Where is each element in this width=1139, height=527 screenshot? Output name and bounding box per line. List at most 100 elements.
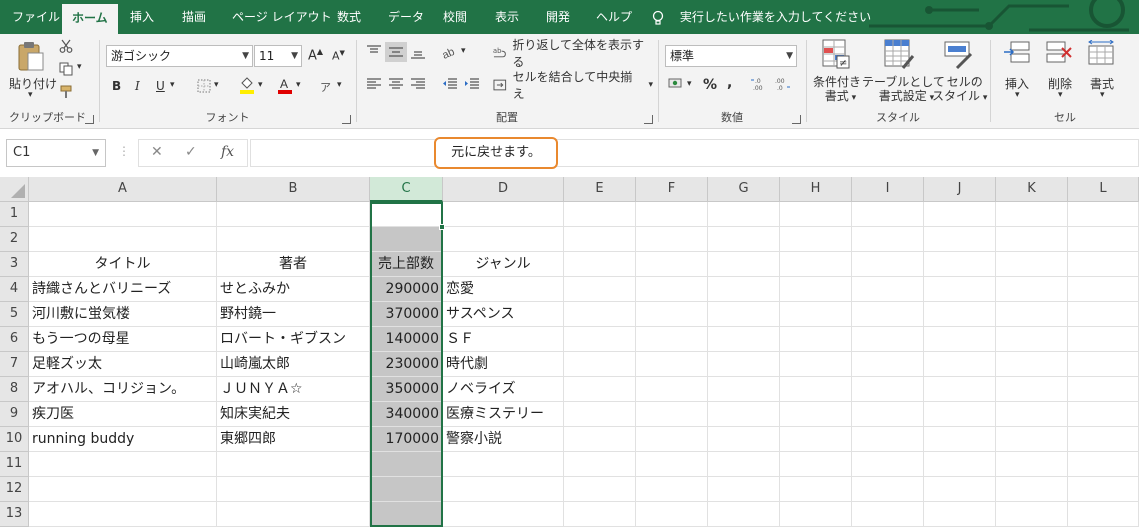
cell-f7[interactable] [636, 352, 708, 377]
format-dropdown-icon[interactable]: ▾ [1100, 90, 1105, 100]
enter-icon[interactable]: ✓ [185, 144, 197, 160]
cell-j2[interactable] [924, 227, 996, 252]
cell-c9[interactable]: 340000 [370, 402, 443, 427]
cell-g10[interactable] [708, 427, 780, 452]
cell-c3[interactable]: 売上部数 [370, 252, 443, 277]
column-header-j[interactable]: J [924, 177, 996, 202]
font-color-dropdown-icon[interactable]: ▾ [296, 80, 301, 90]
align-left-icon[interactable] [365, 76, 383, 92]
cell-e10[interactable] [564, 427, 636, 452]
cell-d13[interactable] [443, 502, 564, 527]
cell-b7[interactable]: 山崎嵐太郎 [217, 352, 370, 377]
cell-k9[interactable] [996, 402, 1068, 427]
decrease-indent-icon[interactable] [441, 76, 459, 92]
tab-formulas[interactable]: 数式 [337, 0, 361, 34]
cell-h11[interactable] [780, 452, 852, 477]
tab-file[interactable]: ファイル [12, 0, 60, 34]
cell-i8[interactable] [852, 377, 924, 402]
row-header-3[interactable]: 3 [0, 252, 29, 277]
cell-h9[interactable] [780, 402, 852, 427]
tab-developer[interactable]: 開発 [546, 0, 570, 34]
cell-f9[interactable] [636, 402, 708, 427]
cell-l6[interactable] [1068, 327, 1139, 352]
cell-a8[interactable]: アオハル、コリジョン。 [29, 377, 217, 402]
cell-g12[interactable] [708, 477, 780, 502]
orientation-icon[interactable]: ab [441, 44, 461, 60]
font-size-select[interactable]: 11 ▼ [254, 45, 302, 67]
cell-a11[interactable] [29, 452, 217, 477]
cell-i2[interactable] [852, 227, 924, 252]
underline-button[interactable]: U [156, 79, 165, 93]
cell-e6[interactable] [564, 327, 636, 352]
cell-b8[interactable]: ＪＵＮＹＡ☆ [217, 377, 370, 402]
copy-icon[interactable] [58, 61, 74, 77]
cell-e1[interactable] [564, 202, 636, 227]
cell-i10[interactable] [852, 427, 924, 452]
cell-g7[interactable] [708, 352, 780, 377]
tab-help[interactable]: ヘルプ [596, 0, 632, 34]
cell-h6[interactable] [780, 327, 852, 352]
cell-l1[interactable] [1068, 202, 1139, 227]
column-header-g[interactable]: G [708, 177, 780, 202]
row-header-9[interactable]: 9 [0, 402, 29, 427]
cell-f4[interactable] [636, 277, 708, 302]
cell-g13[interactable] [708, 502, 780, 527]
cell-e13[interactable] [564, 502, 636, 527]
cell-l5[interactable] [1068, 302, 1139, 327]
cell-c4[interactable]: 290000 [370, 277, 443, 302]
copy-dropdown-icon[interactable]: ▾ [77, 62, 82, 72]
cell-h7[interactable] [780, 352, 852, 377]
cell-j11[interactable] [924, 452, 996, 477]
clipboard-launcher-icon[interactable] [85, 115, 94, 124]
row-header-12[interactable]: 12 [0, 477, 29, 502]
cell-i13[interactable] [852, 502, 924, 527]
cell-f6[interactable] [636, 327, 708, 352]
cell-i1[interactable] [852, 202, 924, 227]
cell-k4[interactable] [996, 277, 1068, 302]
cell-f3[interactable] [636, 252, 708, 277]
font-launcher-icon[interactable] [342, 115, 351, 124]
cell-j5[interactable] [924, 302, 996, 327]
cell-c12[interactable] [370, 477, 443, 502]
cell-l8[interactable] [1068, 377, 1139, 402]
cell-j8[interactable] [924, 377, 996, 402]
cell-d9[interactable]: 医療ミステリー [443, 402, 564, 427]
decrease-decimal-icon[interactable]: .00.0 [773, 76, 791, 92]
cell-k10[interactable] [996, 427, 1068, 452]
cell-c1[interactable] [370, 202, 443, 227]
cell-h13[interactable] [780, 502, 852, 527]
orientation-dropdown-icon[interactable]: ▾ [461, 46, 466, 56]
cell-g5[interactable] [708, 302, 780, 327]
cell-j13[interactable] [924, 502, 996, 527]
paste-icon[interactable] [14, 40, 46, 75]
cell-g3[interactable] [708, 252, 780, 277]
cell-c10[interactable]: 170000 [370, 427, 443, 452]
cell-g8[interactable] [708, 377, 780, 402]
cell-j6[interactable] [924, 327, 996, 352]
cell-b2[interactable] [217, 227, 370, 252]
tab-data[interactable]: データ [388, 0, 424, 34]
conditional-formatting-icon[interactable]: ≠ [821, 38, 851, 73]
cell-i5[interactable] [852, 302, 924, 327]
cell-d12[interactable] [443, 477, 564, 502]
cell-f2[interactable] [636, 227, 708, 252]
phonetic-guide-icon[interactable]: ア [318, 78, 334, 94]
cell-b12[interactable] [217, 477, 370, 502]
cell-i3[interactable] [852, 252, 924, 277]
bold-button[interactable]: B [112, 79, 121, 93]
cell-j9[interactable] [924, 402, 996, 427]
worksheet-grid[interactable]: ABCDEFGHIJKL 1 2 3 4 5 6 7 8 9 10 11 12 13 タイトル 著者 売上部… [0, 177, 1139, 527]
cell-b11[interactable] [217, 452, 370, 477]
percent-style-button[interactable]: % [703, 77, 717, 93]
cell-k2[interactable] [996, 227, 1068, 252]
cell-j10[interactable] [924, 427, 996, 452]
conditional-formatting-button[interactable]: 条件付き 書式 ▾ [813, 75, 861, 105]
cell-i7[interactable] [852, 352, 924, 377]
cell-b13[interactable] [217, 502, 370, 527]
delete-dropdown-icon[interactable]: ▾ [1058, 90, 1063, 100]
cell-l4[interactable] [1068, 277, 1139, 302]
cell-j1[interactable] [924, 202, 996, 227]
accounting-dropdown-icon[interactable]: ▾ [687, 79, 692, 89]
cell-a10[interactable]: running buddy [29, 427, 217, 452]
cell-k7[interactable] [996, 352, 1068, 377]
